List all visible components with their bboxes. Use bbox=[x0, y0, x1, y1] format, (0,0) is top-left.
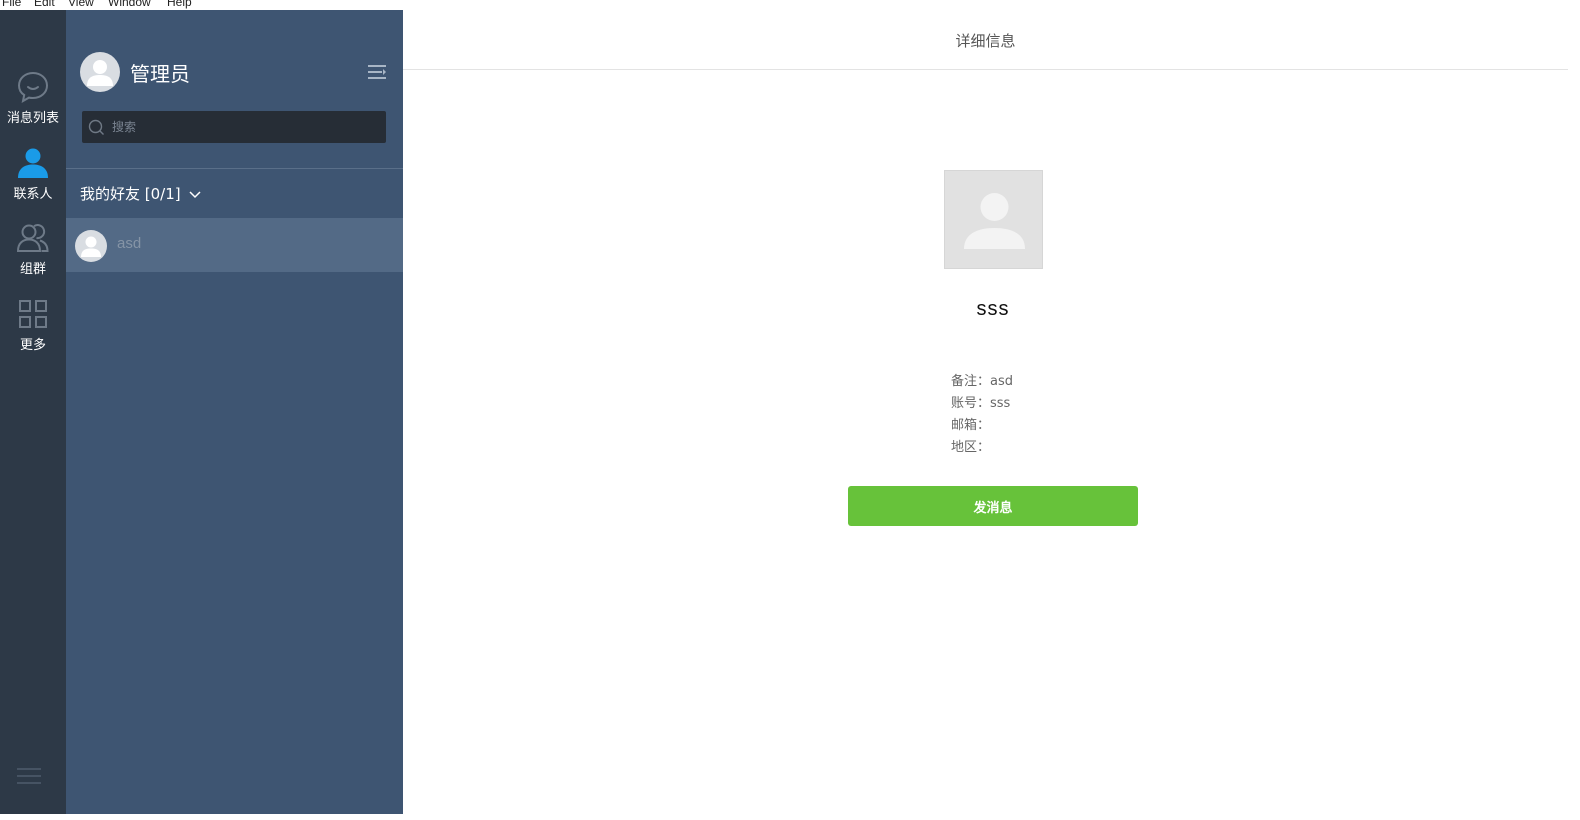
info-region: 地区： bbox=[951, 440, 991, 455]
group-label: 我的好友 [0/1] bbox=[80, 185, 181, 203]
search-input[interactable] bbox=[112, 111, 380, 143]
contact-info: 备注：asd 账号：sss 邮箱： 地区： bbox=[951, 371, 1013, 459]
default-avatar-icon bbox=[81, 236, 101, 257]
nav-rail: 消息列表 联系人 组群 更多 bbox=[0, 10, 66, 814]
info-email: 邮箱： bbox=[951, 418, 991, 433]
rail-item-groups[interactable]: 组群 bbox=[0, 221, 66, 277]
default-avatar-icon bbox=[964, 193, 1025, 249]
menu-file[interactable]: File bbox=[2, 0, 21, 9]
list-menu-icon[interactable] bbox=[368, 65, 386, 79]
rail-item-contacts[interactable]: 联系人 bbox=[0, 146, 66, 202]
avatar[interactable] bbox=[80, 52, 120, 92]
search-box bbox=[82, 111, 386, 143]
detail-view: 详细信息 sss 备注：asd 账号：sss 邮箱： 地区： 发消息 bbox=[403, 10, 1568, 814]
right-edge bbox=[1568, 10, 1580, 814]
search-icon bbox=[88, 119, 104, 135]
contact-display-name: sss bbox=[976, 298, 1010, 320]
hamburger-menu-icon[interactable] bbox=[17, 766, 41, 786]
rail-label-groups: 组群 bbox=[19, 262, 46, 277]
divider bbox=[66, 168, 403, 169]
list-item[interactable]: asd bbox=[66, 218, 403, 272]
send-message-button[interactable]: 发消息 bbox=[848, 486, 1138, 526]
friends-group-header[interactable]: 我的好友 [0/1] bbox=[80, 183, 201, 204]
person-icon bbox=[18, 148, 48, 178]
chat-bubble-icon bbox=[17, 71, 49, 103]
chevron-down-icon bbox=[189, 190, 201, 198]
menu-edit[interactable]: Edit bbox=[34, 0, 55, 9]
default-avatar-icon bbox=[87, 60, 113, 86]
contact-name: asd bbox=[117, 235, 142, 252]
rail-label-more: 更多 bbox=[19, 338, 46, 353]
rail-item-messages[interactable]: 消息列表 bbox=[0, 70, 66, 126]
info-account: 账号：sss bbox=[951, 396, 1011, 411]
menu-bar: File Edit View Window Help bbox=[0, 0, 1580, 10]
detail-header: 详细信息 bbox=[403, 10, 1568, 70]
avatar bbox=[944, 170, 1043, 269]
rail-label-contacts: 联系人 bbox=[13, 187, 53, 202]
page-title: 详细信息 bbox=[955, 32, 1016, 50]
info-remark: 备注：asd bbox=[951, 374, 1013, 389]
profile-name: 管理员 bbox=[130, 62, 190, 86]
menu-view[interactable]: View bbox=[68, 0, 94, 9]
menu-help[interactable]: Help bbox=[167, 0, 192, 9]
menu-window[interactable]: Window bbox=[108, 0, 151, 9]
contacts-panel: 管理员 我的好友 [0/1] asd bbox=[66, 10, 403, 814]
avatar bbox=[75, 230, 107, 262]
group-icon bbox=[16, 224, 49, 252]
rail-label-messages: 消息列表 bbox=[6, 111, 59, 126]
rail-item-more[interactable]: 更多 bbox=[0, 297, 66, 353]
grid-icon bbox=[19, 300, 47, 328]
